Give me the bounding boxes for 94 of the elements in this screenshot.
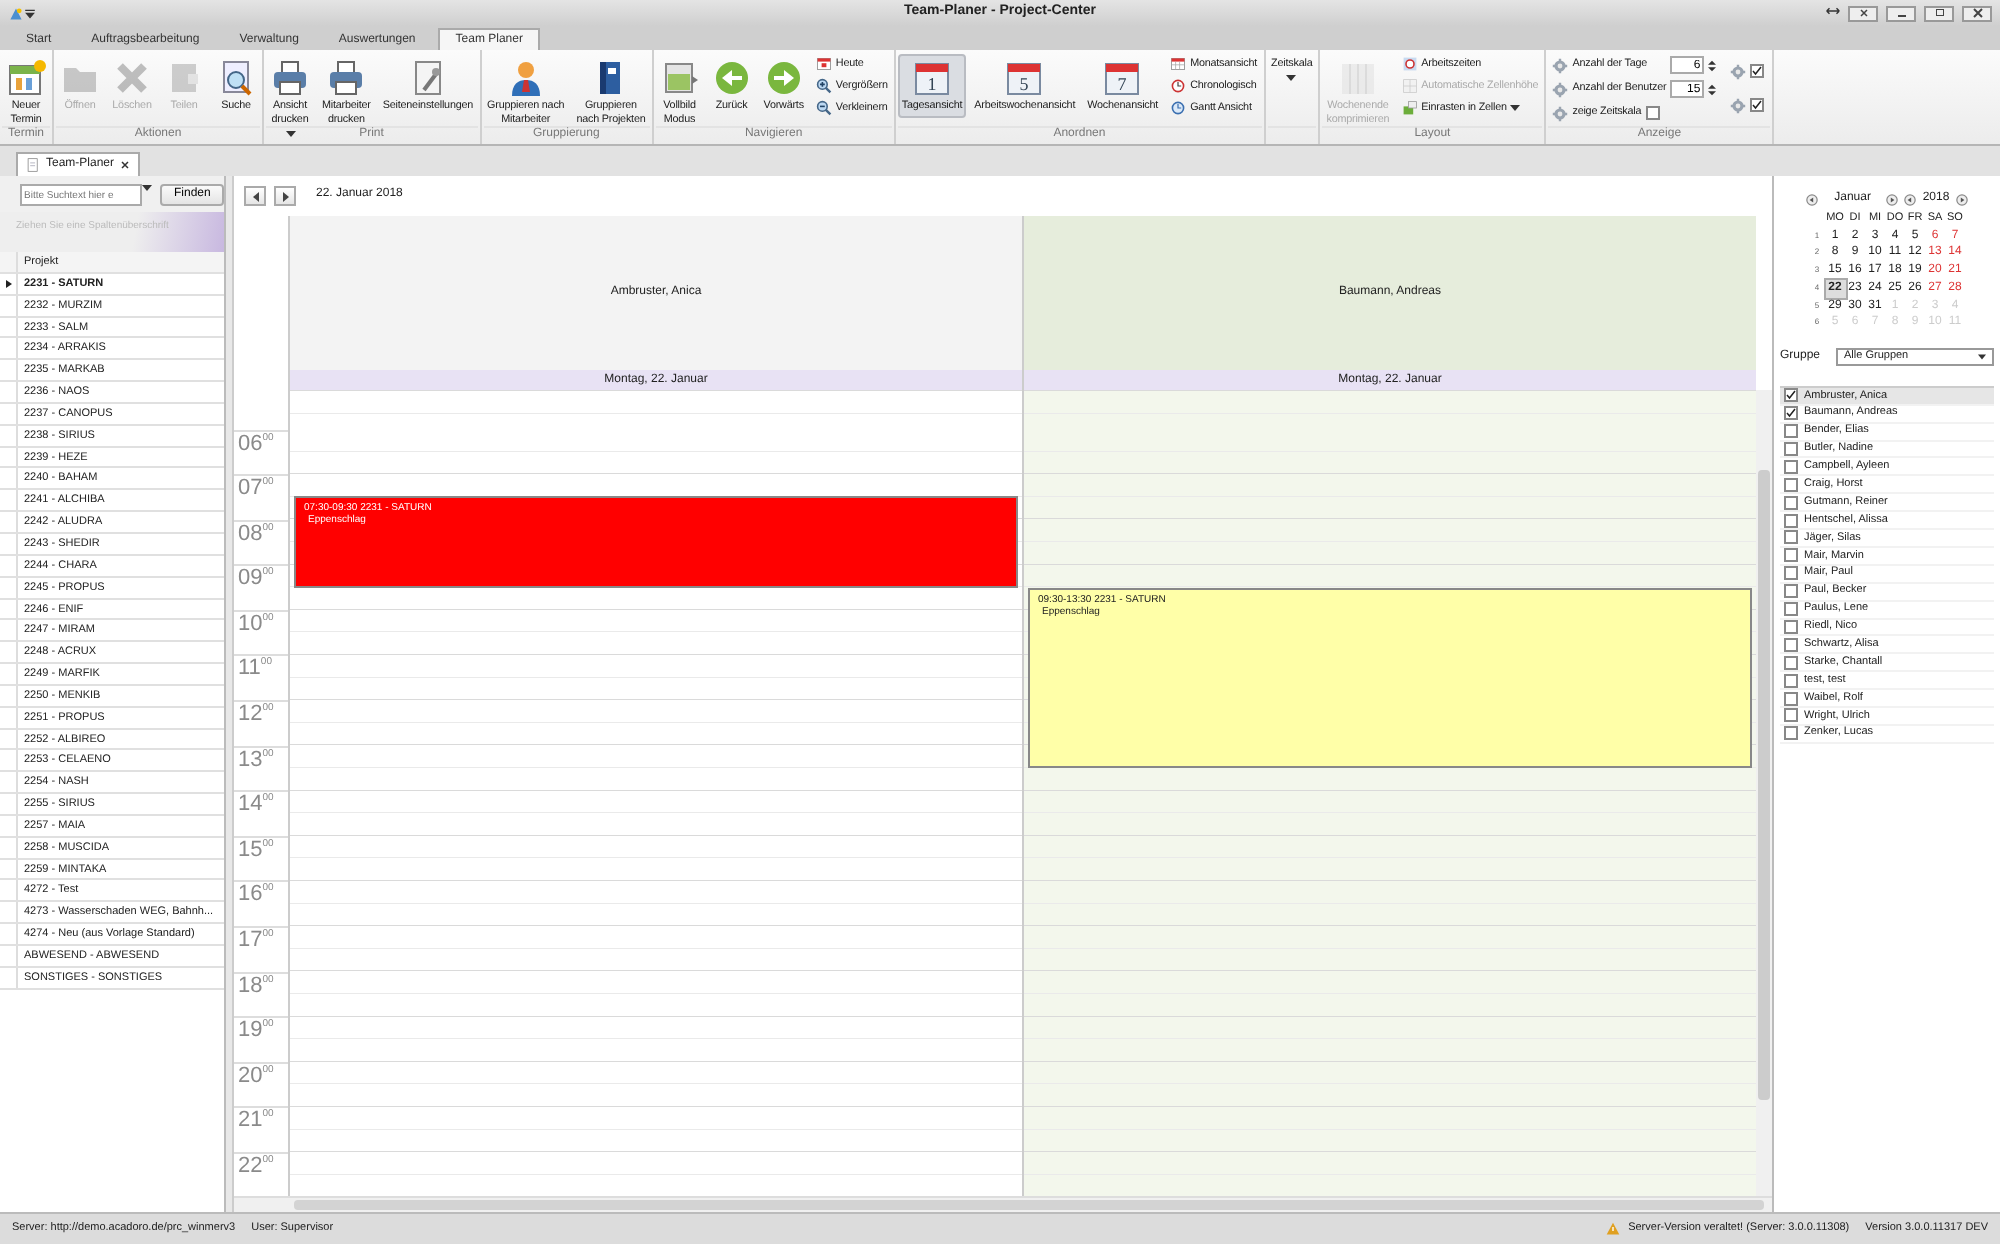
caret-icon — [1286, 74, 1297, 82]
restore-window-icon — [1857, 8, 1869, 18]
spin-arrows-icon — [1708, 57, 1717, 73]
hour-label: 10$^{00}$ — [238, 611, 274, 636]
clock-icon — [1170, 100, 1187, 116]
previous-icon — [1806, 194, 1819, 206]
warning-icon — [1606, 1222, 1621, 1236]
printer-icon — [326, 58, 367, 98]
close-button[interactable] — [1962, 5, 1992, 21]
hour-label: 18$^{00}$ — [238, 973, 274, 998]
maximize-button[interactable] — [1924, 5, 1954, 21]
checkbox[interactable] — [1784, 530, 1798, 545]
hour-label: 13$^{00}$ — [238, 747, 274, 772]
checkbox[interactable] — [1784, 459, 1798, 474]
resize-icon — [1826, 5, 1840, 15]
hour-label: 08$^{00}$ — [238, 521, 274, 546]
caret-icon — [285, 130, 295, 138]
spin-arrows-icon — [1708, 81, 1717, 97]
checkbox[interactable] — [1784, 584, 1798, 599]
checkbox[interactable] — [1784, 388, 1798, 403]
window-icon — [659, 58, 700, 98]
previous-button[interactable] — [244, 186, 266, 206]
app-icon — [8, 5, 24, 21]
cross-icon — [112, 58, 152, 98]
clock-icon — [1401, 56, 1418, 72]
hour-label: 16$^{00}$ — [238, 882, 274, 907]
maximize-icon — [1933, 8, 1945, 18]
columns-icon — [1337, 58, 1378, 98]
close-icon — [1971, 8, 1983, 18]
right-triangle-icon — [281, 191, 289, 201]
checkbox[interactable] — [1784, 548, 1798, 563]
hour-label: 20$^{00}$ — [238, 1063, 274, 1088]
hour-label: 11$^{00}$ — [238, 656, 272, 681]
hour-label: 14$^{00}$ — [238, 792, 274, 817]
hour-label: 07$^{00}$ — [238, 476, 274, 501]
checkbox[interactable] — [1784, 655, 1798, 670]
magnifier-icon — [815, 100, 832, 116]
calendar-icon: 7 — [1102, 58, 1143, 98]
check-icon — [1752, 98, 1763, 112]
calendar-icon: 1 — [912, 58, 953, 98]
document-icon — [26, 158, 40, 172]
grid-icon — [1401, 78, 1418, 94]
gear-icon — [1552, 57, 1569, 73]
checkbox[interactable] — [1784, 726, 1798, 741]
close-icon — [120, 160, 131, 170]
checkbox[interactable] — [1784, 495, 1798, 510]
hour-label: 17$^{00}$ — [238, 928, 274, 953]
left-triangle-icon — [251, 191, 259, 201]
restore-window-button[interactable] — [1848, 5, 1878, 21]
hour-label: 09$^{00}$ — [238, 566, 274, 591]
printer-icon — [270, 58, 310, 98]
hour-label: 15$^{00}$ — [238, 837, 274, 862]
calendar-icon: 5 — [1004, 58, 1045, 98]
checkbox[interactable] — [1784, 406, 1798, 421]
checkbox[interactable] — [1645, 106, 1660, 120]
minimize-button[interactable] — [1886, 5, 1916, 21]
calendar-icon — [6, 58, 46, 98]
check-icon — [1752, 64, 1763, 78]
checkbox[interactable] — [1784, 477, 1798, 492]
next-icon — [1955, 194, 1968, 206]
gear-icon — [1552, 81, 1569, 97]
previous-icon — [1904, 194, 1917, 206]
gear-icon — [1552, 105, 1569, 121]
grid-icon — [1401, 100, 1418, 116]
magnifier-icon — [815, 78, 832, 94]
next-button[interactable] — [274, 186, 296, 206]
checkbox[interactable] — [1784, 673, 1798, 688]
vertical-scrollbar[interactable] — [1756, 390, 1772, 1196]
checkbox[interactable] — [1784, 637, 1798, 652]
caret-icon — [1510, 104, 1521, 112]
checkbox[interactable] — [1784, 424, 1798, 439]
quick-access-icon — [24, 7, 36, 19]
hour-label: 22$^{00}$ — [238, 1154, 274, 1178]
checkbox[interactable] — [1784, 566, 1798, 581]
clock-icon — [1170, 78, 1187, 94]
dropdown-icon — [142, 184, 152, 192]
hour-label: 12$^{00}$ — [238, 702, 274, 727]
checkbox[interactable] — [1750, 64, 1765, 78]
checkbox[interactable] — [1784, 602, 1798, 617]
checkbox[interactable] — [1784, 442, 1798, 457]
checkbox[interactable] — [1784, 513, 1798, 528]
hour-label: 06$^{00}$ — [238, 431, 274, 455]
gear-icon — [1730, 97, 1747, 113]
checkbox[interactable] — [1750, 98, 1765, 112]
dropdown-icon — [1978, 353, 1986, 360]
next-icon — [1886, 194, 1899, 206]
horizontal-scrollbar[interactable] — [234, 1196, 1772, 1212]
gear-icon — [1730, 63, 1747, 79]
checkbox[interactable] — [1784, 708, 1798, 723]
hour-label: 19$^{00}$ — [238, 1018, 274, 1043]
checkbox[interactable] — [1784, 691, 1798, 705]
calendar-icon — [815, 56, 832, 72]
calendar-icon — [1170, 56, 1187, 72]
hour-label: 21$^{00}$ — [238, 1108, 274, 1133]
